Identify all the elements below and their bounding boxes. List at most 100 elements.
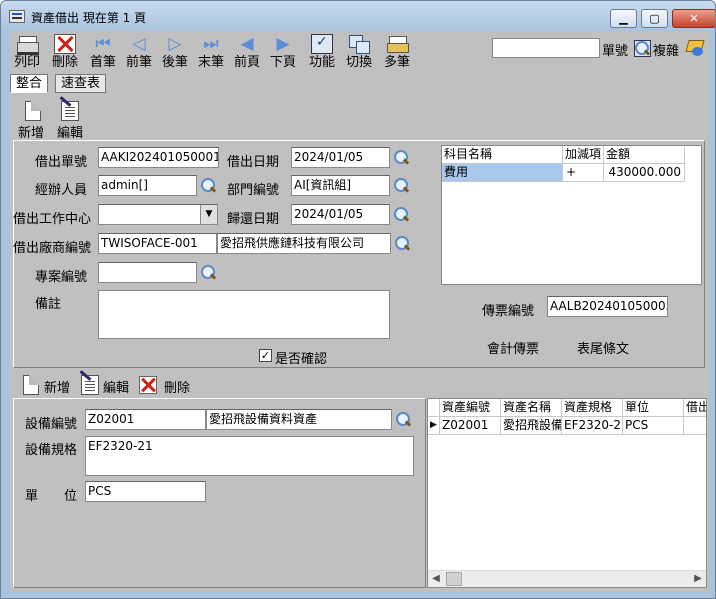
close-button[interactable]: ✕	[672, 9, 715, 28]
return-date-field[interactable]: 2024/01/05	[291, 204, 390, 225]
detail-delete-icon[interactable]	[139, 376, 157, 394]
accounts-header-name: 科目名稱	[442, 146, 563, 164]
first-icon: ⏮	[95, 34, 111, 54]
prev-page-label: 前頁	[233, 55, 260, 70]
search-icon	[634, 40, 652, 58]
printer-icon	[16, 34, 39, 55]
new-doc-icon[interactable]	[25, 101, 41, 121]
unit-field[interactable]: PCS	[85, 481, 206, 502]
unit-label: 單 位	[25, 489, 78, 504]
assets-cell-name[interactable]: 愛招飛設備	[501, 417, 562, 435]
vendor-lookup-icon[interactable]	[394, 235, 412, 253]
assets-cell-spec[interactable]: EF2320-21	[562, 417, 623, 435]
maximize-button[interactable]: ▢	[641, 9, 668, 28]
project-field[interactable]	[98, 262, 197, 283]
horizontal-scrollbar[interactable]: ◀ ▶	[428, 570, 706, 587]
search-button[interactable]	[634, 40, 651, 57]
accounts-grid[interactable]: 科目名稱 加減項 金額 費用 + 430000.000	[441, 145, 702, 285]
next-label: 後筆	[161, 55, 188, 70]
assets-header-indicator	[428, 399, 440, 417]
copy-icon[interactable]	[685, 38, 705, 58]
doc-no-search-input[interactable]	[492, 38, 600, 58]
client-area: 列印 刪除 ⏮首筆 ◁前筆 ▷後筆 ⏭末筆 ◀前頁 ▶下頁 功能 切換 多筆 單…	[9, 31, 709, 592]
loan-no-field[interactable]: AAKI202401050001	[98, 147, 219, 168]
equip-lookup-icon[interactable]	[395, 411, 413, 429]
first-record-button[interactable]: ⏮ 首筆	[87, 34, 119, 70]
assets-header-name: 資產名稱	[501, 399, 562, 417]
tab-integrated[interactable]: 整合	[10, 74, 49, 93]
return-date-picker-icon[interactable]	[393, 206, 411, 224]
scroll-left-icon[interactable]: ◀	[428, 571, 444, 587]
delete-icon	[54, 34, 76, 54]
add-button[interactable]: 新增	[18, 122, 44, 141]
equip-no-field[interactable]: Z02001	[85, 409, 206, 430]
project-lookup-icon[interactable]	[200, 264, 218, 282]
accounts-header-sign: 加減項	[563, 146, 604, 164]
return-date-label: 歸還日期	[227, 212, 280, 227]
spec-label: 設備規格	[25, 443, 78, 458]
work-center-select[interactable]: ▼	[98, 204, 218, 225]
print-button[interactable]: 列印	[11, 34, 43, 70]
accounts-cell-sign[interactable]: +	[563, 164, 604, 182]
scroll-thumb[interactable]	[446, 572, 462, 586]
prev-record-button[interactable]: ◁ 前筆	[123, 34, 155, 70]
next-page-button[interactable]: ▶ 下頁	[267, 34, 299, 70]
doc-no-label: 單號	[602, 44, 629, 59]
remark-label: 備註	[35, 297, 62, 312]
function-button[interactable]: 功能	[306, 34, 338, 70]
accounts-cell-amount[interactable]: 430000.000	[604, 164, 685, 182]
dept-field[interactable]: AI[資訊組]	[291, 175, 390, 196]
handler-lookup-icon[interactable]	[200, 177, 218, 195]
assets-cell-loan[interactable]	[684, 417, 706, 435]
prev-label: 前筆	[125, 55, 152, 70]
vendor-code-field[interactable]: TWISOFACE-001	[98, 233, 217, 254]
accounts-cell-name[interactable]: 費用	[442, 164, 563, 182]
detail-edit-icon[interactable]	[81, 375, 99, 395]
loan-no-label: 借出單號	[35, 155, 88, 170]
detail-delete-button[interactable]: 刪除	[164, 377, 190, 396]
next-icon: ▷	[168, 34, 182, 54]
loan-date-field[interactable]: 2024/01/05	[291, 147, 390, 168]
remark-field[interactable]	[98, 290, 390, 339]
handler-label: 經辦人員	[35, 183, 88, 198]
switch-icon	[348, 34, 370, 54]
dept-label: 部門編號	[227, 183, 280, 198]
window-title: 資產借出 現在第 1 頁	[31, 11, 147, 25]
next-record-button[interactable]: ▷ 後筆	[159, 34, 191, 70]
footer-text-button[interactable]: 表尾條文	[577, 338, 629, 357]
assets-grid[interactable]: 資產編號 資產名稱 資產規格 單位 借出 ▶ Z02001 愛招飛設備 EF23…	[427, 398, 707, 588]
assets-header-unit: 單位	[623, 399, 684, 417]
chevron-down-icon[interactable]: ▼	[200, 205, 217, 224]
detail-add-button[interactable]: 新增	[44, 377, 70, 396]
detail-new-icon[interactable]	[23, 375, 39, 395]
last-record-button[interactable]: ⏭ 末筆	[195, 34, 227, 70]
multi-record-button[interactable]: 多筆	[381, 34, 413, 70]
assets-header-no: 資產編號	[440, 399, 501, 417]
handler-field[interactable]: admin[]	[98, 175, 197, 196]
next-page-label: 下頁	[269, 55, 296, 70]
dept-lookup-icon[interactable]	[393, 177, 411, 195]
edit-button[interactable]: 編輯	[57, 122, 83, 141]
copy-label: 複雜	[653, 44, 680, 59]
checklist-icon	[311, 34, 333, 54]
prev-page-button[interactable]: ◀ 前頁	[231, 34, 263, 70]
scroll-right-icon[interactable]: ▶	[690, 571, 706, 587]
work-center-label: 借出工作中心	[13, 212, 92, 227]
minimize-button[interactable]: ▁	[610, 9, 637, 28]
switch-button[interactable]: 切換	[343, 34, 375, 70]
edit-doc-icon[interactable]	[61, 101, 79, 121]
first-label: 首筆	[89, 55, 116, 70]
delete-label: 刪除	[51, 55, 78, 70]
loan-date-picker-icon[interactable]	[393, 149, 411, 167]
detail-edit-button[interactable]: 編輯	[103, 377, 129, 396]
confirmed-checkbox[interactable]: ✓	[259, 349, 272, 362]
delete-button[interactable]: 刪除	[49, 34, 81, 70]
spec-field[interactable]: EF2320-21	[85, 436, 414, 476]
assets-cell-unit[interactable]: PCS	[623, 417, 684, 435]
assets-header-loan: 借出	[684, 399, 706, 417]
tab-quick-view[interactable]: 速查表	[55, 74, 107, 93]
assets-cell-no[interactable]: Z02001	[440, 417, 501, 435]
equip-no-label: 設備編號	[25, 417, 78, 432]
accounting-voucher-button[interactable]: 會計傳票	[487, 338, 539, 357]
voucher-no-field[interactable]: AALB202401050005	[547, 296, 668, 317]
